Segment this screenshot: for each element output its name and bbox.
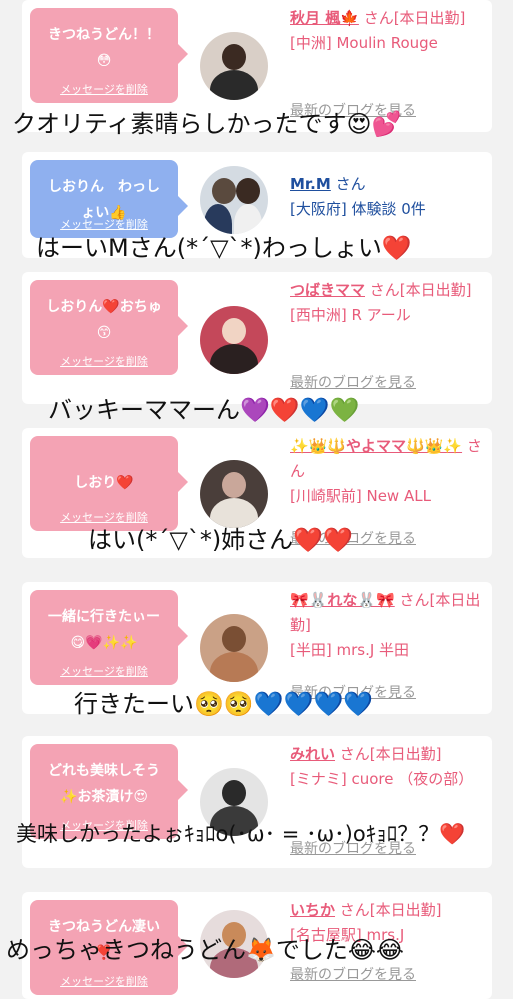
shop-area: [大阪府] 体験談 0件 [290, 200, 426, 218]
avatar-head [222, 472, 246, 498]
overlay-comment: バッキーママーん💜❤️💙💚 [48, 396, 360, 424]
avatar[interactable] [200, 32, 268, 100]
avatar-head [222, 318, 246, 344]
message-bubble: きつねうどん！！ 😳 メッセージを削除 [30, 8, 188, 103]
shop-area: [川崎駅前] New ALL [290, 487, 431, 505]
user-name-link[interactable]: つばきママ [290, 281, 365, 299]
avatar-body [210, 652, 258, 682]
user-name-link[interactable]: いちか [290, 901, 335, 919]
user-name-link[interactable]: 秋月 楓🍁 [290, 9, 359, 27]
overlay-comment: 美味しかったよぉｷｮﾛo(･ω･ = ･ω･)oｷｮﾛ？？❤️ [16, 822, 466, 846]
message-text: きつねうどん！！ [48, 27, 160, 43]
avatar-head [222, 626, 246, 652]
message-text: 一緒に行きたぃー [48, 609, 160, 625]
message-text: 😙 [96, 325, 112, 341]
overlay-comment: はい(*´▽`*)姉さん❤️❤️ [88, 526, 353, 554]
delete-message-link[interactable]: メッセージを削除 [30, 663, 178, 679]
shop-area: [半田] mrs.J 半田 [290, 641, 410, 659]
avatar[interactable] [200, 166, 268, 234]
user-name-link[interactable]: Mr.M [290, 175, 331, 193]
delete-message-link[interactable]: メッセージを削除 [30, 973, 178, 989]
message-text: しおりん わっし [48, 179, 160, 195]
honorific: さん [335, 175, 366, 193]
avatar-body [210, 344, 258, 374]
overlay-comment: はーいMさん(*´▽`*)わっしょい❤️ [36, 234, 412, 262]
avatar[interactable] [200, 614, 268, 682]
user-name-link[interactable]: みれい [290, 745, 335, 763]
honorific-status: さん[本日出勤] [369, 281, 472, 299]
message-text: どれも美味しそう [48, 763, 160, 779]
honorific-status: さん[本日出勤] [339, 901, 442, 919]
message-bubble: しおりん わっし ょい👍 メッセージを削除 [30, 160, 188, 238]
message-card: どれも美味しそう ✨お茶漬け😍 メッセージを削除 みれい さん[本日出勤] [ミ… [22, 736, 492, 868]
avatar-head [222, 44, 246, 70]
message-text: ✨お茶漬け😍 [59, 789, 149, 805]
message-bubble: しおり❤️ メッセージを削除 [30, 436, 188, 531]
profile-info: Mr.M さん [大阪府] 体験談 0件 [290, 172, 486, 222]
profile-info: みれい さん[本日出勤] [ミナミ] cuore （夜の部） [290, 742, 486, 792]
profile-info: 🎀🐰れな🐰🎀 さん[本日出勤] [半田] mrs.J 半田 [290, 588, 486, 663]
latest-blog-link[interactable]: 最新のブログを見る [290, 964, 416, 984]
message-text: しおりん❤️おちゅ [46, 299, 162, 315]
user-name-link[interactable]: 🎀🐰れな🐰🎀 [290, 591, 395, 609]
message-text: 😳 [96, 53, 112, 69]
shop-area: [中洲] Moulin Rouge [290, 34, 438, 52]
avatar-head [222, 780, 246, 806]
delete-message-link[interactable]: メッセージを削除 [30, 353, 178, 369]
message-bubble: しおりん❤️おちゅ 😙 メッセージを削除 [30, 280, 188, 375]
message-text: しおり❤️ [74, 475, 134, 491]
user-name-link[interactable]: ✨👑🔱やよママ🔱👑✨ [290, 437, 462, 455]
shop-area: [ミナミ] cuore （夜の部） [290, 770, 474, 788]
avatar-head [212, 178, 236, 204]
honorific-status: さん[本日出勤] [363, 9, 466, 27]
honorific-status: さん[本日出勤] [339, 745, 442, 763]
profile-info: ✨👑🔱やよママ🔱👑✨ さん [川崎駅前] New ALL [290, 434, 486, 509]
latest-blog-link[interactable]: 最新のブログを見る [290, 372, 416, 392]
shop-area: [西中洲] R アール [290, 306, 411, 324]
message-card: しおりん❤️おちゅ 😙 メッセージを削除 つばきママ さん[本日出勤] [西中洲… [22, 272, 492, 404]
overlay-comment: めっちゃきつねうどん🦊でした😂😂 [6, 936, 404, 964]
profile-info: 秋月 楓🍁 さん[本日出勤] [中洲] Moulin Rouge [290, 6, 486, 56]
message-bubble: 一緒に行きたぃー 😋💗✨✨ メッセージを削除 [30, 590, 188, 685]
avatar[interactable] [200, 306, 268, 374]
overlay-comment: 行きたーい🥺🥺💙💙💙💙 [74, 690, 374, 718]
message-text: 😋💗✨✨ [70, 635, 138, 651]
avatar[interactable] [200, 460, 268, 528]
profile-info: つばきママ さん[本日出勤] [西中洲] R アール [290, 278, 486, 328]
avatar-body [210, 70, 258, 100]
avatar-head [236, 178, 260, 204]
overlay-comment: クオリティ素晴らしかったです😍💕 [12, 110, 402, 138]
delete-message-link[interactable]: メッセージを削除 [30, 81, 178, 97]
